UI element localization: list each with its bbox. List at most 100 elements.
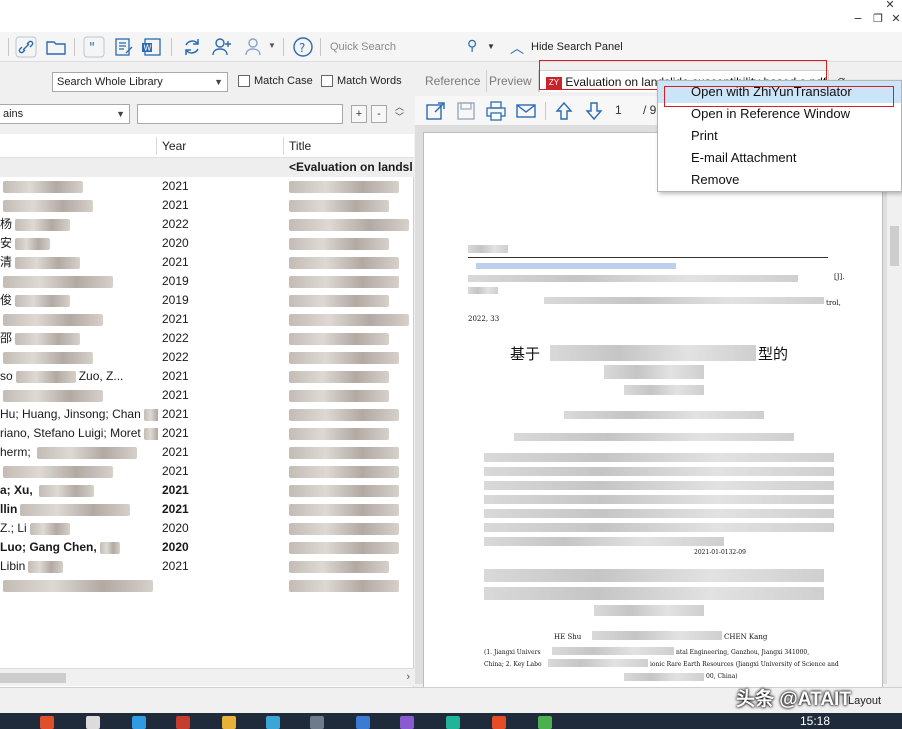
- column-separator[interactable]: [283, 137, 284, 155]
- taskbar-app-icon[interactable]: [266, 716, 280, 729]
- share-user-icon[interactable]: [243, 36, 265, 58]
- taskbar-app-icon[interactable]: [310, 716, 324, 729]
- share-dropdown-icon[interactable]: ▼: [268, 41, 276, 50]
- table-row[interactable]: 2021: [0, 196, 414, 215]
- column-separator[interactable]: [156, 137, 157, 155]
- taskbar-app-icon[interactable]: [400, 716, 414, 729]
- taskbar-app-icon[interactable]: [132, 716, 146, 729]
- top-close-icon[interactable]: ✕: [882, 0, 898, 12]
- table-row[interactable]: 2019: [0, 272, 414, 291]
- highlight-box-menu: [664, 86, 894, 107]
- table-row[interactable]: 清 2021: [0, 253, 414, 272]
- tab-reference[interactable]: Reference: [419, 70, 488, 92]
- minimize-button[interactable]: −: [850, 12, 866, 26]
- table-row[interactable]: a; Xu, 2021: [0, 481, 414, 500]
- author-text: 安: [0, 236, 13, 250]
- author-cell: [0, 196, 158, 215]
- menu-item-print[interactable]: Print: [658, 125, 901, 147]
- restore-button[interactable]: ❐: [870, 12, 886, 26]
- quote-icon[interactable]: ": [83, 36, 105, 58]
- horizontal-scrollbar[interactable]: ›: [0, 668, 414, 686]
- remove-criterion-button[interactable]: -: [371, 105, 387, 123]
- author-cell: riano, Stefano Luigi; Moret: [0, 424, 158, 443]
- table-row[interactable]: [0, 576, 414, 595]
- table-row[interactable]: Z.; Li 2020: [0, 519, 414, 538]
- table-row[interactable]: <Evaluation on landslid: [0, 158, 414, 177]
- search-operator-select[interactable]: ains ▼: [0, 104, 130, 124]
- table-row[interactable]: 2022: [0, 348, 414, 367]
- word-icon[interactable]: W: [141, 36, 163, 58]
- search-value-input[interactable]: [137, 104, 343, 124]
- taskbar-app-icon[interactable]: [40, 716, 54, 729]
- edit-note-icon[interactable]: [113, 36, 135, 58]
- search-dropdown-icon[interactable]: ▼: [487, 42, 495, 51]
- table-row[interactable]: riano, Stefano Luigi; Moret 2021: [0, 424, 414, 443]
- menu-item-remove[interactable]: Remove: [658, 169, 901, 191]
- search-icon[interactable]: ⚲: [467, 37, 477, 54]
- author-text: herm;: [0, 445, 35, 459]
- taskbar-app-icon[interactable]: [446, 716, 460, 729]
- criteria-spinner-icon[interactable]: ︿ ﹀: [395, 102, 404, 122]
- year-column-header[interactable]: Year: [162, 134, 186, 158]
- title-column-header[interactable]: Title: [289, 134, 311, 158]
- table-row[interactable]: 2021: [0, 462, 414, 481]
- table-row[interactable]: herm; 2021: [0, 443, 414, 462]
- taskbar-app-icon[interactable]: [356, 716, 370, 729]
- table-row[interactable]: 2021: [0, 386, 414, 405]
- save-icon[interactable]: [455, 100, 477, 122]
- pdf-viewport[interactable]: [J]. trol, 2022, 33 基于 型的 2021-01-0132-0…: [415, 126, 887, 688]
- taskbar-app-icon[interactable]: [176, 716, 190, 729]
- page-down-icon[interactable]: [583, 100, 605, 122]
- table-row[interactable]: so Zuo, Z... 2021: [0, 367, 414, 386]
- menu-item-email-attachment[interactable]: E-mail Attachment: [658, 147, 901, 169]
- table-row[interactable]: Hu; Huang, Jinsong; Chan 2021: [0, 405, 414, 424]
- quick-search-input[interactable]: Quick Search: [326, 38, 461, 56]
- pdf-affil-line1-tail: ntal Engineering, Ganzhou, Jiangxi 34100…: [676, 649, 810, 656]
- vertical-scrollbar[interactable]: [887, 126, 902, 684]
- tab-preview[interactable]: Preview: [483, 70, 539, 92]
- taskbar-app-icon[interactable]: [492, 716, 506, 729]
- taskbar-app-icon[interactable]: [538, 716, 552, 729]
- author-cell: 邵: [0, 329, 158, 348]
- page-up-icon[interactable]: [553, 100, 575, 122]
- taskbar-app-icon[interactable]: [86, 716, 100, 729]
- scrollbar-thumb[interactable]: [0, 673, 66, 683]
- match-words-checkbox[interactable]: [321, 75, 333, 87]
- open-external-icon[interactable]: [425, 100, 447, 122]
- add-user-icon[interactable]: [211, 36, 233, 58]
- close-button[interactable]: ✕: [888, 12, 902, 26]
- page-number-input[interactable]: 1: [615, 103, 622, 117]
- hide-search-panel-button[interactable]: Hide Search Panel: [531, 38, 623, 56]
- table-row[interactable]: 杨 2022: [0, 215, 414, 234]
- scroll-right-icon[interactable]: ›: [406, 671, 410, 683]
- layout-button[interactable]: Layout: [848, 695, 881, 707]
- help-icon[interactable]: ?: [292, 36, 314, 58]
- year-cell: 2021: [162, 388, 189, 402]
- match-case-checkbox[interactable]: [238, 75, 250, 87]
- sync-icon[interactable]: [181, 36, 203, 58]
- table-row[interactable]: llin 2021: [0, 500, 414, 519]
- redacted-text: [39, 484, 95, 497]
- year-cell: 2022: [162, 331, 189, 345]
- table-row[interactable]: 邵 2022: [0, 329, 414, 348]
- table-row[interactable]: Libin 2021: [0, 557, 414, 576]
- author-text: 清: [0, 255, 13, 269]
- title-cell: [289, 443, 413, 462]
- redacted-text: [289, 218, 409, 231]
- table-row[interactable]: 2021: [0, 177, 414, 196]
- add-criterion-button[interactable]: +: [351, 105, 367, 123]
- taskbar-app-icon[interactable]: [222, 716, 236, 729]
- hide-panel-chevron-icon[interactable]: ︿: [510, 38, 524, 58]
- table-row[interactable]: 安 2020: [0, 234, 414, 253]
- table-row[interactable]: 2021: [0, 310, 414, 329]
- scrollbar-thumb[interactable]: [890, 226, 899, 266]
- table-row[interactable]: 俊 2019: [0, 291, 414, 310]
- table-row[interactable]: Luo; Gang Chen, 2020: [0, 538, 414, 557]
- year-cell: 2022: [162, 217, 189, 231]
- email-icon[interactable]: [515, 100, 537, 122]
- taskbar-clock[interactable]: 15:18: [800, 714, 830, 728]
- search-scope-select[interactable]: Search Whole Library ▼: [52, 72, 228, 92]
- link-icon[interactable]: [15, 36, 37, 58]
- print-icon[interactable]: [485, 100, 507, 122]
- folder-icon[interactable]: [45, 36, 67, 58]
